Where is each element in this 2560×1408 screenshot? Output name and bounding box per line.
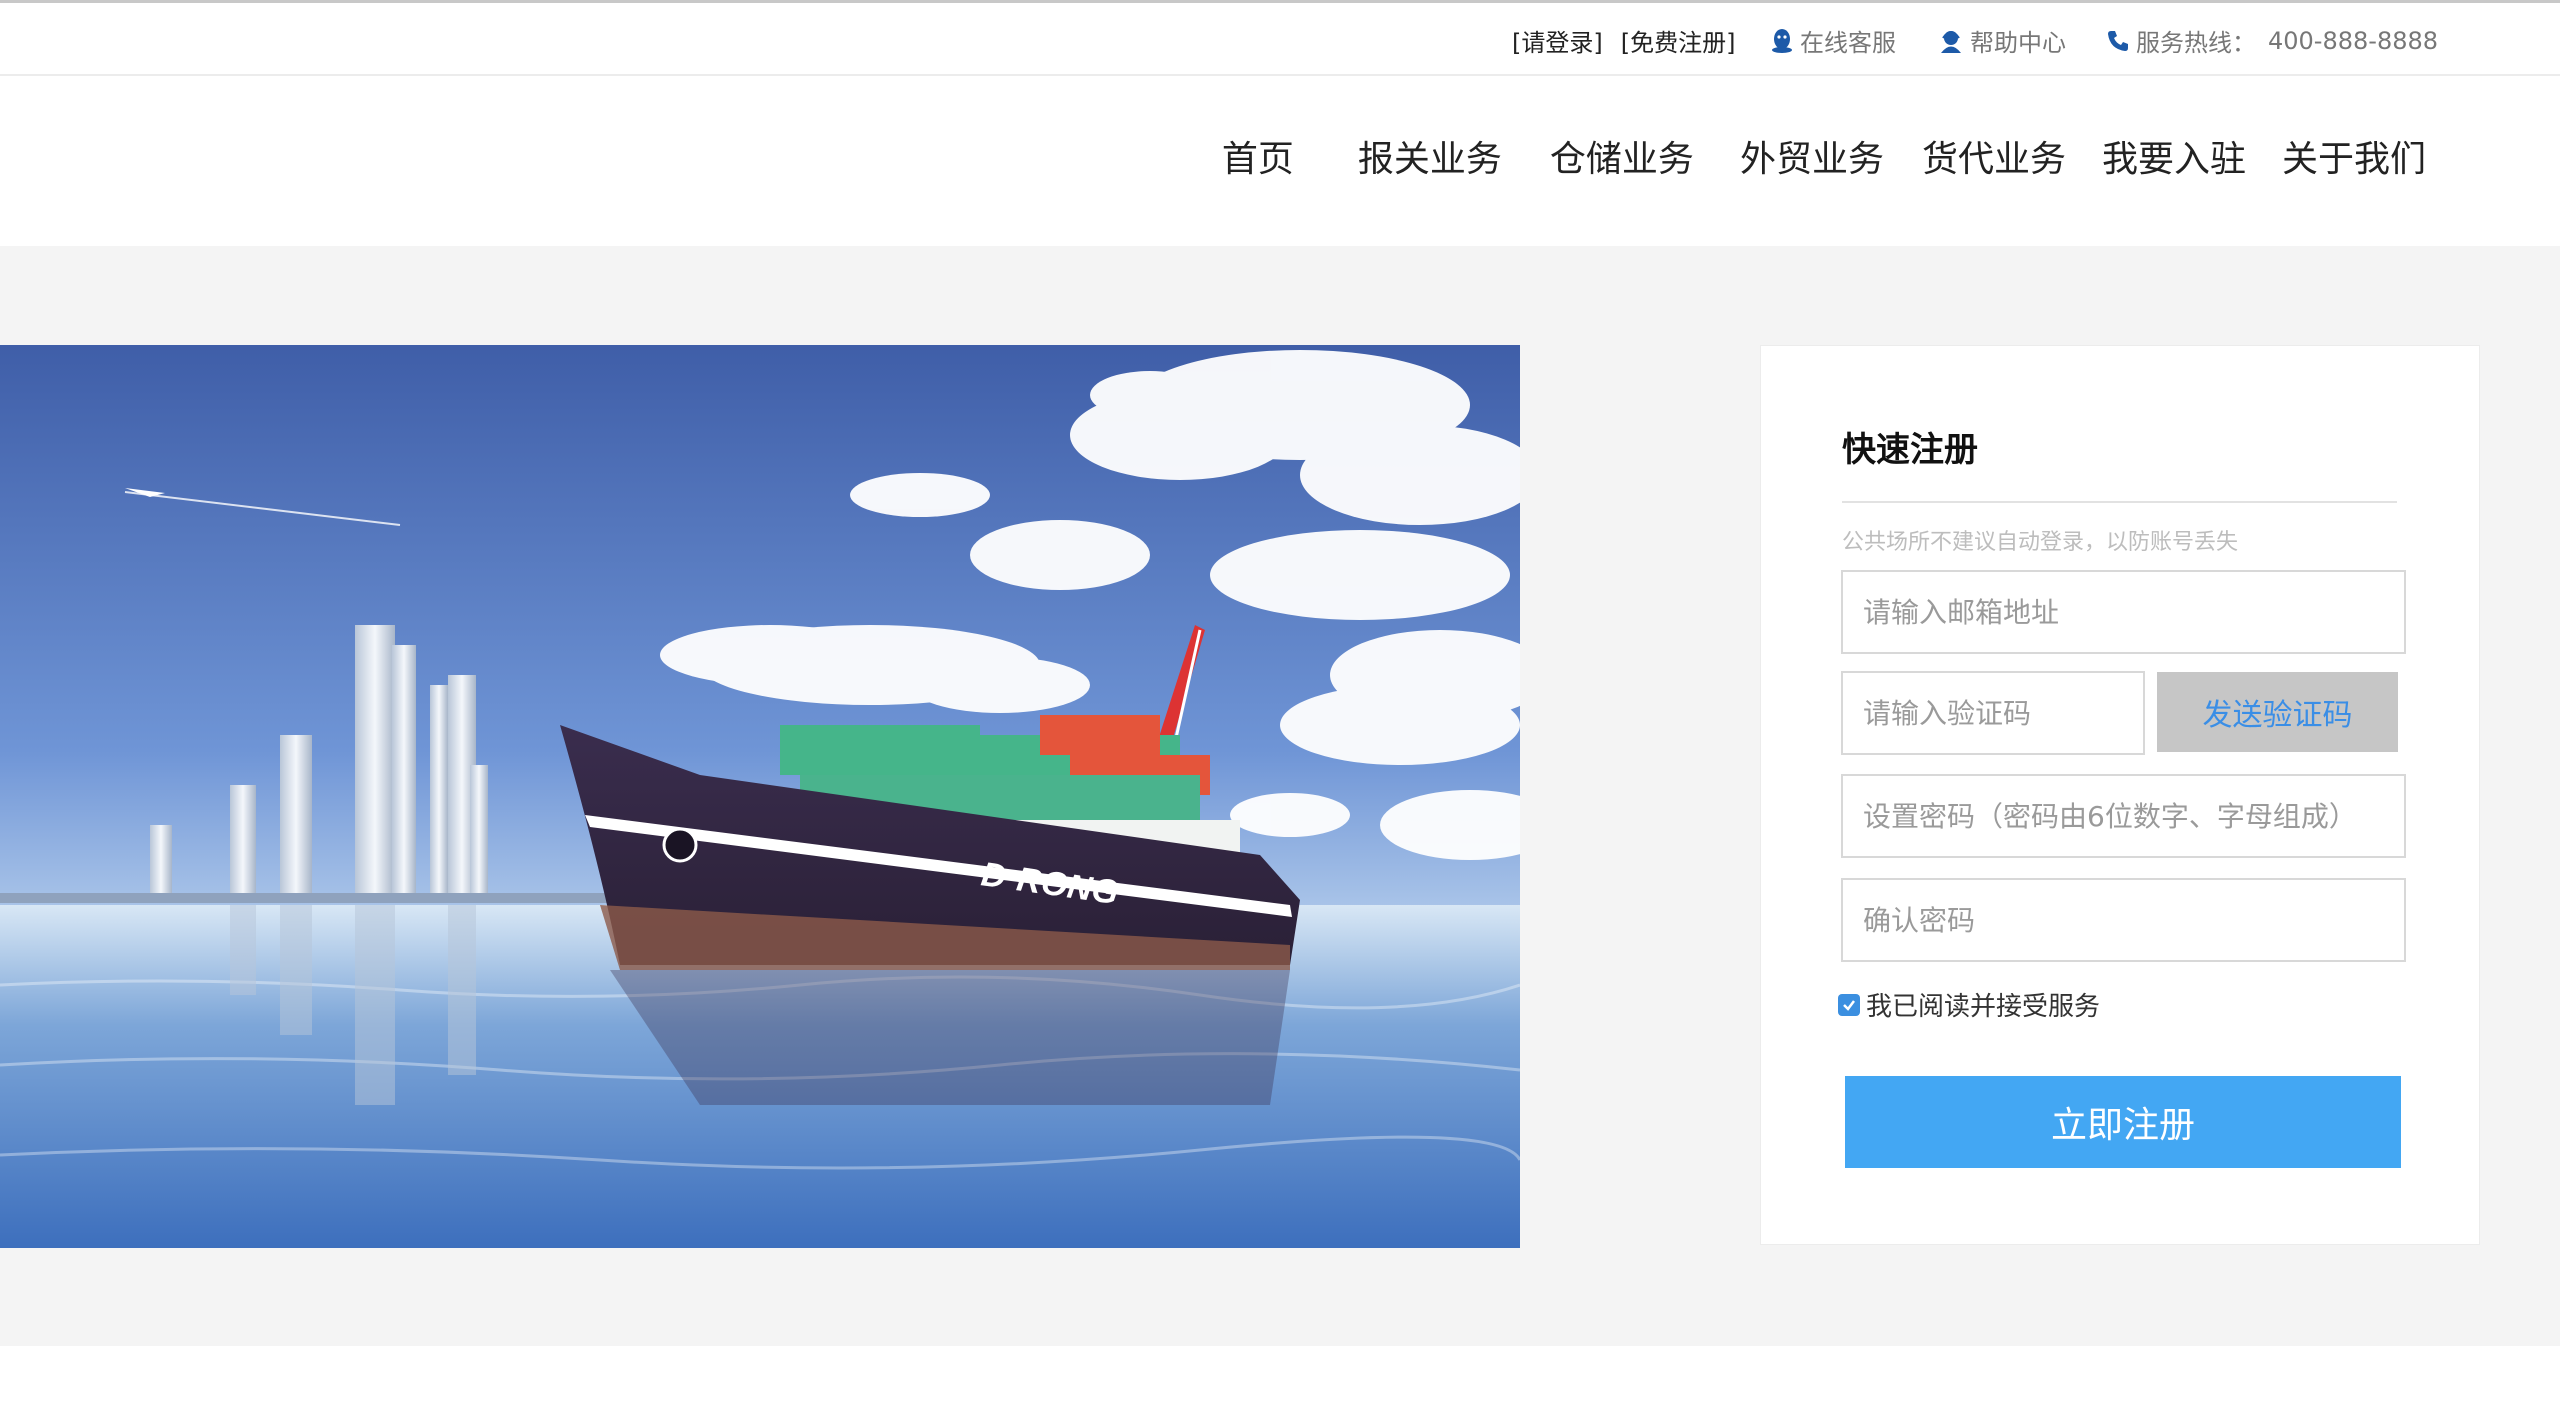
online-service-link[interactable]: 在线客服 <box>1770 23 1896 58</box>
support-agent-icon <box>1941 30 1961 53</box>
online-service-label: 在线客服 <box>1800 29 1896 57</box>
quick-register-card: 快速注册 公共场所不建议自动登录，以防账号丢失 发送验证码 我已阅读并接受服务 … <box>1760 345 2480 1245</box>
top-utility-bar: [请登录] [免费注册] 在线客服 帮助中心 服务热线： 400-888-888… <box>0 0 2560 76</box>
help-center-link[interactable]: 帮助中心 <box>1938 23 2066 58</box>
phone-icon <box>2108 30 2128 51</box>
checkbox-checked-icon[interactable] <box>1838 993 1860 1016</box>
confirm-password-field[interactable] <box>1841 878 2406 962</box>
title-divider <box>1842 501 2397 503</box>
login-link[interactable]: [请登录] <box>1512 23 1603 58</box>
hotline-label: 服务热线： <box>2136 29 2256 57</box>
help-center-label: 帮助中心 <box>1970 29 2066 57</box>
send-code-button[interactable]: 发送验证码 <box>2157 672 2398 752</box>
hotline-number: 400-888-8888 <box>2268 26 2439 55</box>
nav-item-customs[interactable]: 报关业务 <box>1358 130 1502 182</box>
nav-item-foreign-trade[interactable]: 外贸业务 <box>1740 130 1884 182</box>
agree-terms[interactable]: 我已阅读并接受服务 <box>1838 986 2100 1023</box>
verification-code-field[interactable] <box>1841 671 2145 755</box>
register-link[interactable]: [免费注册] <box>1621 23 1736 58</box>
email-field[interactable] <box>1841 570 2406 654</box>
register-submit-button[interactable]: 立即注册 <box>1845 1076 2401 1168</box>
qq-icon <box>1772 28 1792 53</box>
nav-item-home[interactable]: 首页 <box>1222 130 1294 182</box>
password-field[interactable] <box>1841 774 2406 858</box>
main-navbar: 首页 报关业务 仓储业务 外贸业务 货代业务 我要入驻 关于我们 <box>0 76 2560 246</box>
hotline: 服务热线： 400-888-8888 <box>2106 23 2438 58</box>
hero-banner-image: D·RONG <box>0 345 1520 1248</box>
register-title: 快速注册 <box>1842 430 1978 470</box>
main-nav: 首页 报关业务 仓储业务 外贸业务 货代业务 我要入驻 关于我们 <box>1222 130 2426 182</box>
content-band: D·RONG 快速注册 公共场所不建议自动登录，以防账号丢失 发送验证码 我已阅… <box>0 246 2560 1346</box>
account-links: [请登录] [免费注册] <box>1512 23 1735 58</box>
nav-item-join[interactable]: 我要入驻 <box>2102 130 2246 182</box>
nav-item-freight[interactable]: 货代业务 <box>1922 130 2066 182</box>
agree-terms-label: 我已阅读并接受服务 <box>1866 992 2101 1022</box>
nav-item-warehousing[interactable]: 仓储业务 <box>1550 130 1694 182</box>
nav-item-about[interactable]: 关于我们 <box>2282 130 2426 182</box>
register-hint: 公共场所不建议自动登录，以防账号丢失 <box>1842 530 2239 555</box>
